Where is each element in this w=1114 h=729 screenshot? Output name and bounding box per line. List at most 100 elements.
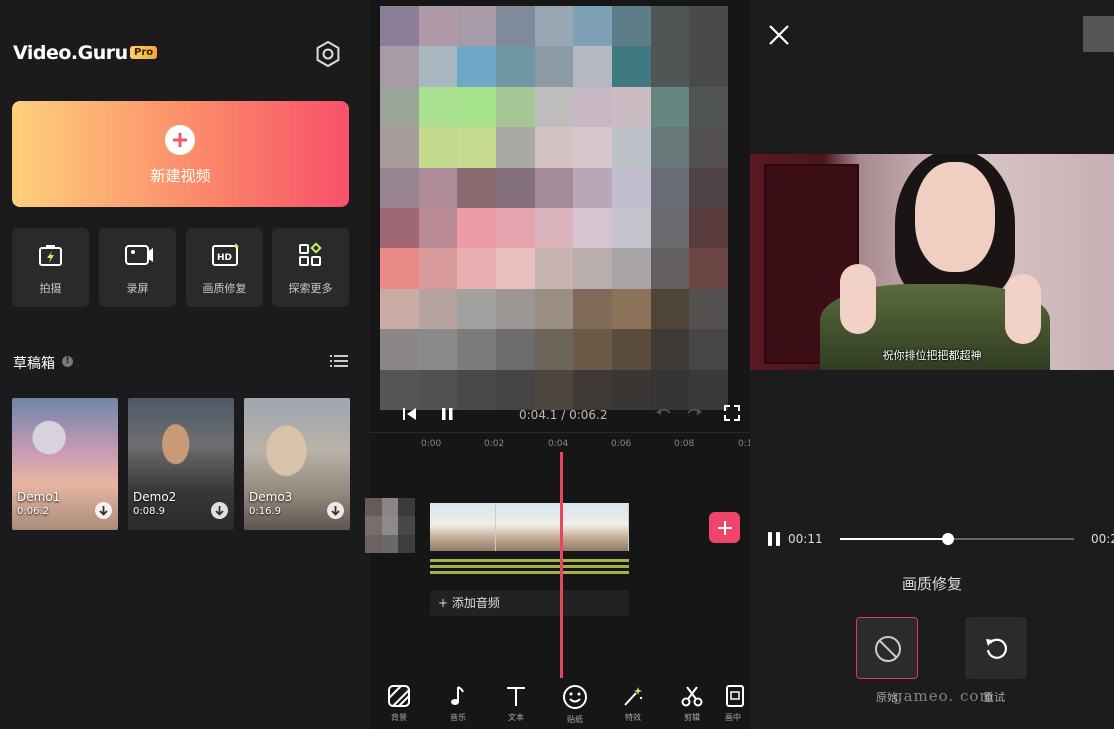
mosaic-cell — [534, 86, 574, 128]
mosaic-cell — [534, 208, 574, 249]
mosaic-cell — [496, 369, 535, 410]
mosaic-cell — [573, 167, 612, 208]
mosaic-cell — [496, 6, 535, 47]
mosaic-cell — [573, 127, 612, 168]
pause-icon[interactable] — [766, 531, 782, 547]
mosaic-cell — [380, 6, 419, 47]
thumbnail-cell — [398, 516, 415, 535]
mosaic-cell — [650, 248, 690, 289]
toolbar-pip[interactable]: 画中 — [725, 684, 750, 723]
settings-icon[interactable] — [314, 40, 342, 68]
draft-card[interactable]: Demo3 0:16.9 — [244, 398, 350, 530]
fullscreen-icon[interactable] — [722, 403, 742, 423]
mosaic-cell — [534, 248, 574, 289]
current-time: 00:11 — [788, 532, 823, 546]
download-icon[interactable] — [95, 502, 112, 519]
skip-start-icon[interactable] — [400, 403, 420, 423]
download-icon[interactable] — [327, 502, 344, 519]
mosaic-cell — [612, 127, 651, 168]
mosaic-cell — [534, 6, 574, 47]
playhead[interactable] — [560, 452, 563, 678]
close-icon[interactable] — [768, 24, 790, 46]
video-clip[interactable] — [430, 503, 629, 551]
mosaic-cell — [380, 167, 419, 208]
mosaic-cell — [534, 127, 574, 168]
toolbar-music[interactable]: 音乐 — [433, 684, 483, 723]
timeline-ruler[interactable]: 0:00 0:02 0:04 0:06 0:08 0:1 — [370, 432, 752, 454]
mosaic-cell — [380, 288, 419, 330]
draft-name: Demo2 — [133, 490, 177, 504]
draft-card[interactable]: Demo2 0:08.9 — [128, 398, 234, 530]
mosaic-cell — [534, 369, 574, 410]
mosaic-cell — [612, 6, 651, 47]
mosaic-cell — [457, 127, 496, 168]
mosaic-cell — [573, 208, 612, 249]
toolbar-sticker[interactable]: 贴纸 — [550, 684, 600, 725]
add-audio-button[interactable]: + 添加音频 — [430, 590, 629, 616]
pro-badge[interactable]: Pro — [130, 46, 158, 59]
add-clip-button[interactable] — [709, 512, 740, 543]
audio-track[interactable] — [430, 559, 629, 577]
editor-panel: 0:04.1 / 0:06.2 0:00 0:02 0:04 0:06 0:08… — [365, 0, 752, 729]
mosaic-cell — [689, 86, 728, 128]
draft-card[interactable]: Demo1 0:06.2 — [12, 398, 118, 530]
drafts-title: 草稿箱 — [13, 356, 55, 372]
video-player[interactable]: 祝你排位把把都超神 — [750, 154, 1114, 370]
mosaic-cell — [457, 208, 496, 249]
grid-icon — [299, 242, 322, 266]
ruler-tick: 0:00 — [421, 439, 442, 449]
info-icon[interactable]: ! — [62, 356, 73, 367]
mosaic-cell — [380, 46, 419, 87]
audio-bar — [430, 559, 629, 562]
enhance-panel: 祝你排位把把都超神 00:11 00:2 画质修复 原始 重试 gameo. c… — [750, 0, 1114, 729]
toolbar-background[interactable]: 背景 — [374, 684, 424, 723]
pause-icon[interactable] — [438, 403, 458, 423]
clip-frame — [430, 503, 497, 551]
draft-duration: 0:16.9 — [249, 506, 281, 517]
toolbar-text[interactable]: 文本 — [491, 684, 541, 723]
mosaic-cell — [650, 208, 690, 249]
mosaic-cell — [457, 86, 496, 128]
mosaic-cell — [457, 369, 496, 410]
mosaic-cell — [689, 6, 728, 47]
video-preview-mosaic[interactable] — [380, 6, 728, 410]
tool-enhance[interactable]: HD 画质修复 — [186, 228, 263, 307]
mosaic-cell — [689, 46, 728, 87]
draft-duration: 0:08.9 — [133, 506, 165, 517]
progress-fill — [840, 538, 948, 540]
tool-screen-record[interactable]: 录屏 — [99, 228, 176, 307]
tool-shoot[interactable]: 拍摄 — [12, 228, 89, 307]
undo-icon[interactable] — [653, 403, 673, 423]
redo-icon[interactable] — [685, 403, 705, 423]
svg-text:HD: HD — [217, 253, 232, 263]
export-button[interactable] — [1083, 16, 1114, 52]
cover-thumbnail[interactable] — [365, 498, 415, 553]
original-option[interactable] — [856, 617, 918, 679]
time-readout: 0:04.1 / 0:06.2 — [519, 408, 608, 422]
toolbar-cut[interactable]: 剪辑 — [667, 684, 717, 723]
ruler-tick: 0:08 — [674, 439, 695, 449]
mosaic-cell — [650, 127, 690, 168]
mosaic-cell — [534, 288, 574, 330]
progress-knob[interactable] — [941, 533, 954, 545]
mosaic-cell — [418, 167, 458, 208]
download-icon[interactable] — [211, 502, 228, 519]
tool-explore-more[interactable]: 探索更多 — [272, 228, 349, 307]
retry-option[interactable] — [965, 617, 1027, 679]
new-video-button[interactable]: 新建视频 — [12, 101, 349, 207]
mosaic-cell — [612, 329, 651, 370]
toolbar-effects[interactable]: 特效 — [608, 684, 658, 723]
mosaic-cell — [689, 127, 728, 168]
mosaic-cell — [573, 6, 612, 47]
progress-slider[interactable] — [840, 533, 1074, 545]
audio-bar — [430, 565, 629, 568]
mosaic-cell — [573, 288, 612, 330]
music-icon — [451, 686, 464, 705]
disabled-icon — [875, 636, 901, 662]
mosaic-cell — [457, 167, 496, 208]
mosaic-cell — [457, 248, 496, 289]
tool-label: 录屏 — [126, 282, 149, 295]
mosaic-cell — [380, 329, 419, 370]
list-view-icon[interactable] — [330, 354, 348, 368]
mosaic-cell — [534, 46, 574, 87]
